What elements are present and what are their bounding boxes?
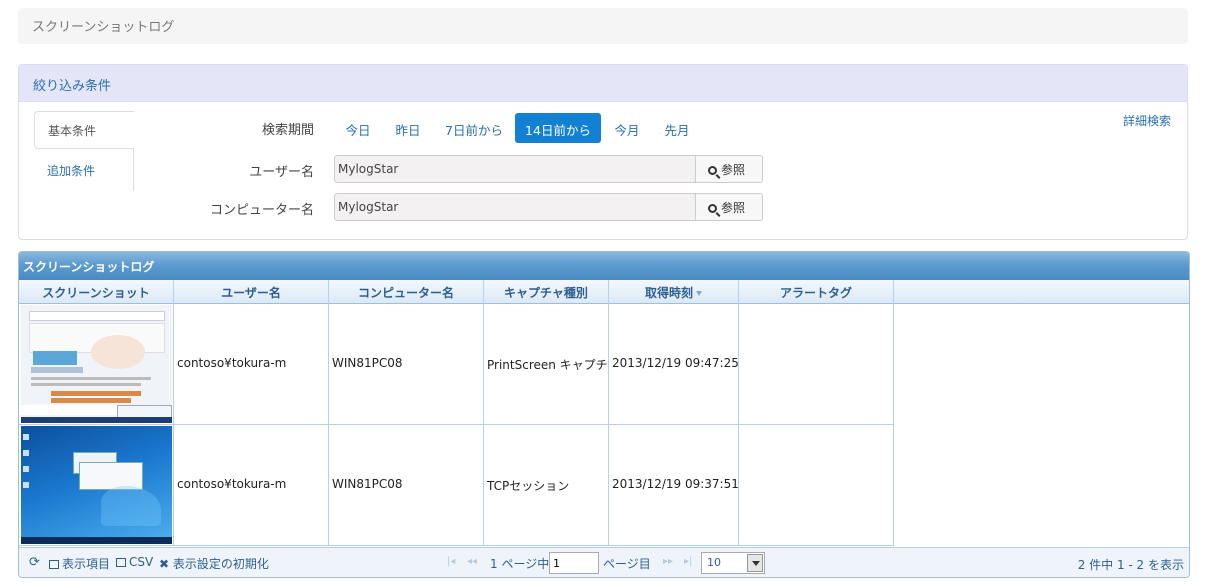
- period-label: 検索期間: [261, 123, 314, 138]
- page-size-value: 10: [707, 556, 721, 569]
- computer-name-label: コンピューター名: [209, 203, 314, 218]
- screenshot-cell: [19, 425, 174, 546]
- screenshot-log-grid: スクリーンショットログ スクリーンショット ユーザー名 コンピューター名 キャプ…: [18, 251, 1190, 578]
- column-header-screenshot[interactable]: スクリーンショット: [19, 280, 174, 304]
- alert-tag-cell: [739, 425, 894, 546]
- first-page-icon[interactable]: |◂: [447, 556, 455, 567]
- screenshot-thumbnail[interactable]: [21, 426, 172, 544]
- page-prefix: 1 ページ中: [490, 557, 550, 571]
- table-icon: [49, 560, 59, 569]
- computer-cell: WIN81PC08: [329, 304, 484, 425]
- page-size-select[interactable]: 10: [701, 552, 765, 574]
- capture-type-cell: PrintScreen キャプチャ: [484, 304, 609, 425]
- table-row[interactable]: contoso¥tokura-m WIN81PC08 PrintScreen キ…: [19, 304, 894, 425]
- period-7days-button[interactable]: 7日前から: [437, 113, 511, 143]
- filter-heading[interactable]: 絞り込み条件: [19, 65, 1187, 102]
- alert-tag-cell: [739, 304, 894, 425]
- tab-additional-conditions[interactable]: 追加条件: [34, 149, 134, 189]
- column-header-time[interactable]: 取得時刻: [609, 280, 739, 304]
- period-this-month-button[interactable]: 今月: [607, 113, 647, 143]
- chevron-down-icon: [747, 554, 763, 572]
- capture-type-cell: TCPセッション: [484, 425, 609, 546]
- columns-label: 表示項目: [62, 557, 111, 571]
- period-yesterday-button[interactable]: 昨日: [388, 113, 428, 143]
- browse-label: 参照: [721, 163, 746, 177]
- refresh-icon[interactable]: ⟳: [29, 555, 40, 570]
- table-row[interactable]: contoso¥tokura-m WIN81PC08 TCPセッション 2013…: [19, 425, 894, 546]
- column-header-user[interactable]: ユーザー名: [174, 280, 329, 304]
- page-number-input[interactable]: [549, 552, 599, 574]
- period-14days-button[interactable]: 14日前から: [515, 113, 601, 143]
- user-browse-button[interactable]: 参照: [695, 155, 763, 183]
- columns-button[interactable]: 表示項目: [49, 555, 110, 572]
- browse-label: 参照: [721, 201, 746, 215]
- sort-icon: [696, 291, 702, 296]
- csv-label: CSV: [129, 555, 154, 569]
- next-page-icon[interactable]: ▸▸: [663, 556, 673, 567]
- filter-panel: 絞り込み条件 基本条件 追加条件 詳細検索 検索期間 今日 昨日 7日前から 1…: [18, 64, 1188, 240]
- record-info: 2 件中 1 - 2 を表示: [1077, 558, 1184, 572]
- user-cell: contoso¥tokura-m: [174, 425, 329, 546]
- page-title: スクリーンショットログ: [32, 20, 175, 35]
- close-icon: ✖: [159, 557, 173, 571]
- column-header-alert-tag[interactable]: アラートタグ: [739, 280, 894, 304]
- search-icon: [708, 166, 717, 175]
- time-cell: 2013/12/19 09:37:51: [609, 425, 739, 546]
- screenshot-thumbnail[interactable]: [21, 305, 172, 423]
- user-name-label: ユーザー名: [249, 165, 314, 180]
- period-last-month-button[interactable]: 先月: [657, 113, 697, 143]
- page-suffix: ページ目: [603, 557, 651, 571]
- period-today-button[interactable]: 今日: [338, 113, 378, 143]
- advanced-search-link[interactable]: 詳細検索: [1123, 112, 1171, 129]
- tab-basic-conditions[interactable]: 基本条件: [34, 111, 134, 149]
- computer-browse-button[interactable]: 参照: [695, 193, 763, 221]
- computer-cell: WIN81PC08: [329, 425, 484, 546]
- grid-header-row: スクリーンショット ユーザー名 コンピューター名 キャプチャ種別 取得時刻 アラ…: [19, 280, 1189, 304]
- reset-settings-button[interactable]: ✖ 表示設定の初期化: [159, 555, 269, 572]
- user-cell: contoso¥tokura-m: [174, 304, 329, 425]
- prev-page-icon[interactable]: ◂◂: [467, 556, 477, 567]
- computer-name-input[interactable]: [334, 193, 696, 221]
- user-name-input[interactable]: [334, 155, 696, 183]
- csv-button[interactable]: CSV: [116, 555, 153, 569]
- last-page-icon[interactable]: ▸|: [684, 556, 692, 567]
- breadcrumb: スクリーンショットログ: [18, 8, 1188, 44]
- column-header-computer[interactable]: コンピューター名: [329, 280, 484, 304]
- tab-divider: [133, 149, 134, 191]
- grid-caption: スクリーンショットログ: [19, 252, 1189, 280]
- save-icon: [116, 558, 126, 567]
- column-header-time-label: 取得時刻: [644, 286, 693, 300]
- search-icon: [708, 204, 717, 213]
- screenshot-cell: [19, 304, 174, 425]
- column-header-capture-type[interactable]: キャプチャ種別: [484, 280, 609, 304]
- time-cell: 2013/12/19 09:47:25: [609, 304, 739, 425]
- reset-label: 表示設定の初期化: [172, 557, 269, 571]
- grid-footer: ⟳ 表示項目 CSV ✖ 表示設定の初期化 |◂ ◂◂ 1 ページ中 ページ目 …: [19, 547, 1189, 577]
